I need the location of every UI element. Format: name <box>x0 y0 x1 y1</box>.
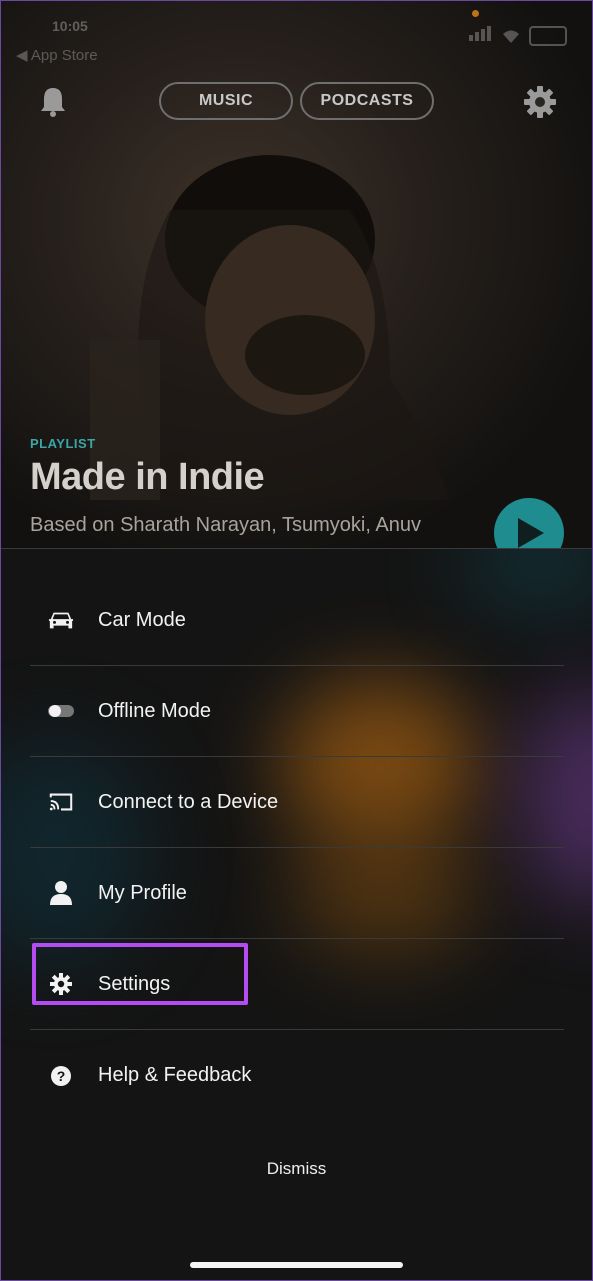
menu-label: Connect to a Device <box>98 790 279 813</box>
sheet-top-border <box>0 548 593 549</box>
home-indicator[interactable] <box>190 1262 403 1268</box>
playlist-title[interactable]: Made in Indie <box>30 456 265 499</box>
menu-item-offline-mode[interactable]: Offline Mode <box>30 666 564 757</box>
menu-item-my-profile[interactable]: My Profile <box>30 848 564 939</box>
cast-icon <box>48 789 74 815</box>
car-icon <box>48 607 74 633</box>
recording-indicator-dot <box>472 10 479 17</box>
tab-music[interactable]: MUSIC <box>159 82 293 120</box>
menu-label: My Profile <box>98 881 187 904</box>
menu-item-settings[interactable]: Settings <box>30 939 564 1030</box>
svg-text:?: ? <box>57 1068 66 1084</box>
status-time: 10:05 <box>52 18 88 34</box>
menu-label: Help & Feedback <box>98 1064 252 1086</box>
menu-item-connect-device[interactable]: Connect to a Device <box>30 757 564 848</box>
options-menu: Car Mode Offline Mode Connect to a Devic… <box>30 575 564 1121</box>
dismiss-button[interactable]: Dismiss <box>0 1159 593 1179</box>
gear-icon <box>48 971 74 997</box>
options-sheet: Car Mode Offline Mode Connect to a Devic… <box>0 548 593 1281</box>
user-icon <box>48 880 74 906</box>
menu-label: Settings <box>98 972 171 995</box>
wifi-icon <box>503 30 519 43</box>
gear-icon[interactable] <box>522 84 558 120</box>
menu-label: Car Mode <box>98 608 186 631</box>
menu-item-car-mode[interactable]: Car Mode <box>30 575 564 666</box>
bell-icon[interactable] <box>38 85 68 117</box>
toggle-icon <box>48 698 74 724</box>
signal-icon <box>469 26 493 46</box>
playlist-subtitle: Based on Sharath Narayan, Tsumyoki, Anuv <box>30 514 421 536</box>
menu-item-help-feedback[interactable]: ? Help & Feedback <box>30 1030 564 1121</box>
playlist-tag: PLAYLIST <box>30 436 96 451</box>
back-to-app-store[interactable]: ◀ App Store <box>16 46 98 64</box>
status-bar: 10:05 ◀ App Store <box>0 0 593 80</box>
battery-icon <box>529 26 567 46</box>
menu-label: Offline Mode <box>98 699 212 722</box>
status-icons <box>469 26 567 46</box>
play-icon <box>518 518 544 548</box>
background-app: 10:05 ◀ App Store MUSIC PODCASTS PLAYLIS… <box>0 0 593 548</box>
tab-podcasts[interactable]: PODCASTS <box>300 82 434 120</box>
question-icon: ? <box>48 1063 74 1089</box>
